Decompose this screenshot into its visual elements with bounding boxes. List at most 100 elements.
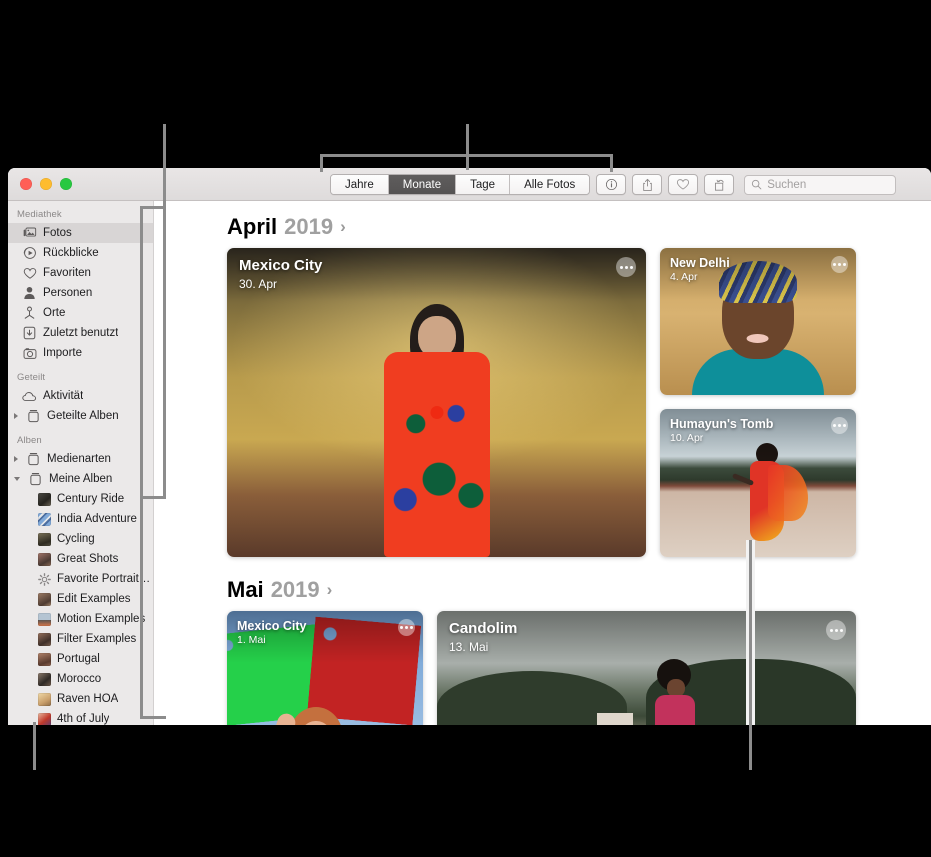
sidebar-album-motion-examples[interactable]: Motion Examples <box>8 609 153 629</box>
sidebar[interactable]: Mediathek Fotos Rückblicke Favoriten Per… <box>8 201 154 725</box>
sidebar-item-label: Morocco <box>57 673 102 685</box>
view-mode-segmented-control[interactable]: Jahre Monate Tage Alle Fotos <box>330 174 591 195</box>
month-year: 2019 <box>270 577 320 602</box>
month-header-mai[interactable]: Mai 2019 › <box>155 557 931 611</box>
sidebar-item-meine-alben[interactable]: Meine Alben <box>8 469 153 489</box>
favorite-button[interactable] <box>668 174 699 195</box>
sidebar-item-geteilte-alben[interactable]: Geteilte Alben <box>8 406 153 426</box>
chevron-down-icon[interactable] <box>14 477 20 481</box>
tab-alle-fotos[interactable]: Alle Fotos <box>510 175 590 194</box>
photos-content-area[interactable]: April 2019 › Mexico City 30. Apr New Del… <box>155 201 931 725</box>
callout-line-sidebar-top <box>163 124 166 499</box>
tab-tage[interactable]: Tage <box>456 175 511 194</box>
sidebar-album-favorite-portraits[interactable]: Favorite Portrait… <box>8 569 153 589</box>
minimize-button[interactable] <box>40 178 52 190</box>
sidebar-item-medienarten[interactable]: Medienarten <box>8 449 153 469</box>
photo-card-mexico-city-apr[interactable]: Mexico City 30. Apr <box>227 248 646 557</box>
tab-jahre[interactable]: Jahre <box>331 175 389 194</box>
sidebar-album-4th-of-july[interactable]: 4th of July <box>8 709 153 725</box>
dot <box>838 424 841 427</box>
sidebar-item-label: Zuletzt benutzt <box>43 327 119 339</box>
sidebar-item-label: Raven HOA <box>57 693 119 705</box>
heart-icon <box>22 266 37 281</box>
callout-bracket-sidebar-upper-foot <box>140 496 166 499</box>
sidebar-item-label: Aktivität <box>43 390 84 402</box>
tab-monate[interactable]: Monate <box>388 175 457 194</box>
sidebar-item-favoriten[interactable]: Favoriten <box>8 263 153 283</box>
photo-card-date: 4. Apr <box>670 271 698 283</box>
rotate-icon <box>714 179 724 191</box>
sidebar-item-label: Meine Alben <box>49 473 113 485</box>
sidebar-album-great-shots[interactable]: Great Shots <box>8 549 153 569</box>
sidebar-album-raven-hoa[interactable]: Raven HOA <box>8 689 153 709</box>
sidebar-item-label: Cycling <box>57 533 95 545</box>
photo-card-candolim[interactable]: Candolim 13. Mai <box>437 611 856 725</box>
sidebar-album-cycling[interactable]: Cycling <box>8 529 153 549</box>
sidebar-album-portugal[interactable]: Portugal <box>8 649 153 669</box>
callout-bracket-sidebar-upper <box>140 206 166 209</box>
dot <box>843 263 846 266</box>
photo-card-mexico-city-mai[interactable]: Mexico City 1. Mai <box>227 611 423 725</box>
zoom-button[interactable] <box>60 178 72 190</box>
info-icon <box>605 178 617 191</box>
info-button[interactable] <box>596 174 627 195</box>
sidebar-item-aktivitaet[interactable]: Aktivität <box>8 386 153 406</box>
album-thumbnail <box>38 712 51 725</box>
chevron-right-icon[interactable] <box>14 413 18 419</box>
album-thumbnail <box>38 512 51 526</box>
photo-card-humayuns-tomb[interactable]: Humayun's Tomb 10. Apr <box>660 409 856 557</box>
photo-card-date: 10. Apr <box>670 432 704 444</box>
sidebar-item-orte[interactable]: Orte <box>8 303 153 323</box>
sidebar-item-fotos[interactable]: Fotos <box>8 223 153 243</box>
sidebar-item-personen[interactable]: Personen <box>8 283 153 303</box>
close-button[interactable] <box>20 178 32 190</box>
sidebar-item-label: Favorite Portrait… <box>57 573 151 585</box>
photo-card-label: Mexico City 30. Apr <box>239 257 322 291</box>
sidebar-item-label: Filter Examples <box>57 633 137 645</box>
dot <box>833 424 836 427</box>
sidebar-item-label: Portugal <box>57 653 100 665</box>
places-pin-icon <box>22 306 37 321</box>
sidebar-item-label: Medienarten <box>47 453 111 465</box>
more-options-button[interactable] <box>616 257 636 277</box>
more-options-button[interactable] <box>826 620 846 640</box>
cloud-icon <box>22 389 37 404</box>
month-header-april[interactable]: April 2019 › <box>155 201 931 248</box>
sidebar-album-morocco[interactable]: Morocco <box>8 669 153 689</box>
search-field[interactable]: Suchen <box>744 174 897 195</box>
photo-card-date: 13. Mai <box>449 640 489 654</box>
sidebar-album-india-adventure[interactable]: India Adventure <box>8 509 153 529</box>
album-thumbnail <box>38 672 51 686</box>
album-thumbnail <box>38 532 51 546</box>
album-stack-icon <box>26 409 41 424</box>
gear-icon <box>38 572 51 586</box>
month-year: 2019 <box>284 214 334 239</box>
sidebar-item-importe[interactable]: Importe <box>8 343 153 363</box>
more-options-button[interactable] <box>398 619 415 636</box>
album-thumbnail <box>38 592 51 606</box>
sidebar-album-edit-examples[interactable]: Edit Examples <box>8 589 153 609</box>
photo-subject-figure <box>377 304 497 557</box>
chevron-right-icon[interactable]: › <box>340 217 346 237</box>
sidebar-item-zuletzt-benutzt[interactable]: Zuletzt benutzt <box>8 323 153 343</box>
callout-bracket-albums-stem <box>140 499 143 719</box>
dot <box>629 265 633 269</box>
dot <box>400 626 403 629</box>
chevron-right-icon[interactable] <box>14 456 18 462</box>
dot <box>405 626 408 629</box>
person-icon <box>22 286 37 301</box>
sidebar-item-rueckblicke[interactable]: Rückblicke <box>8 243 153 263</box>
more-options-button[interactable] <box>831 256 848 273</box>
callout-bracket-segmented-left <box>320 154 323 172</box>
chevron-right-icon[interactable]: › <box>327 580 333 600</box>
photo-card-new-delhi[interactable]: New Delhi 4. Apr <box>660 248 856 395</box>
callout-bracket-albums-right <box>140 716 166 719</box>
rotate-button[interactable] <box>704 174 735 195</box>
sidebar-album-filter-examples[interactable]: Filter Examples <box>8 629 153 649</box>
import-camera-icon <box>22 346 37 361</box>
sidebar-item-label: India Adventure <box>57 513 137 525</box>
more-options-button[interactable] <box>831 417 848 434</box>
sidebar-album-century-ride[interactable]: Century Ride <box>8 489 153 509</box>
memories-icon <box>22 246 37 261</box>
share-button[interactable] <box>632 174 663 195</box>
